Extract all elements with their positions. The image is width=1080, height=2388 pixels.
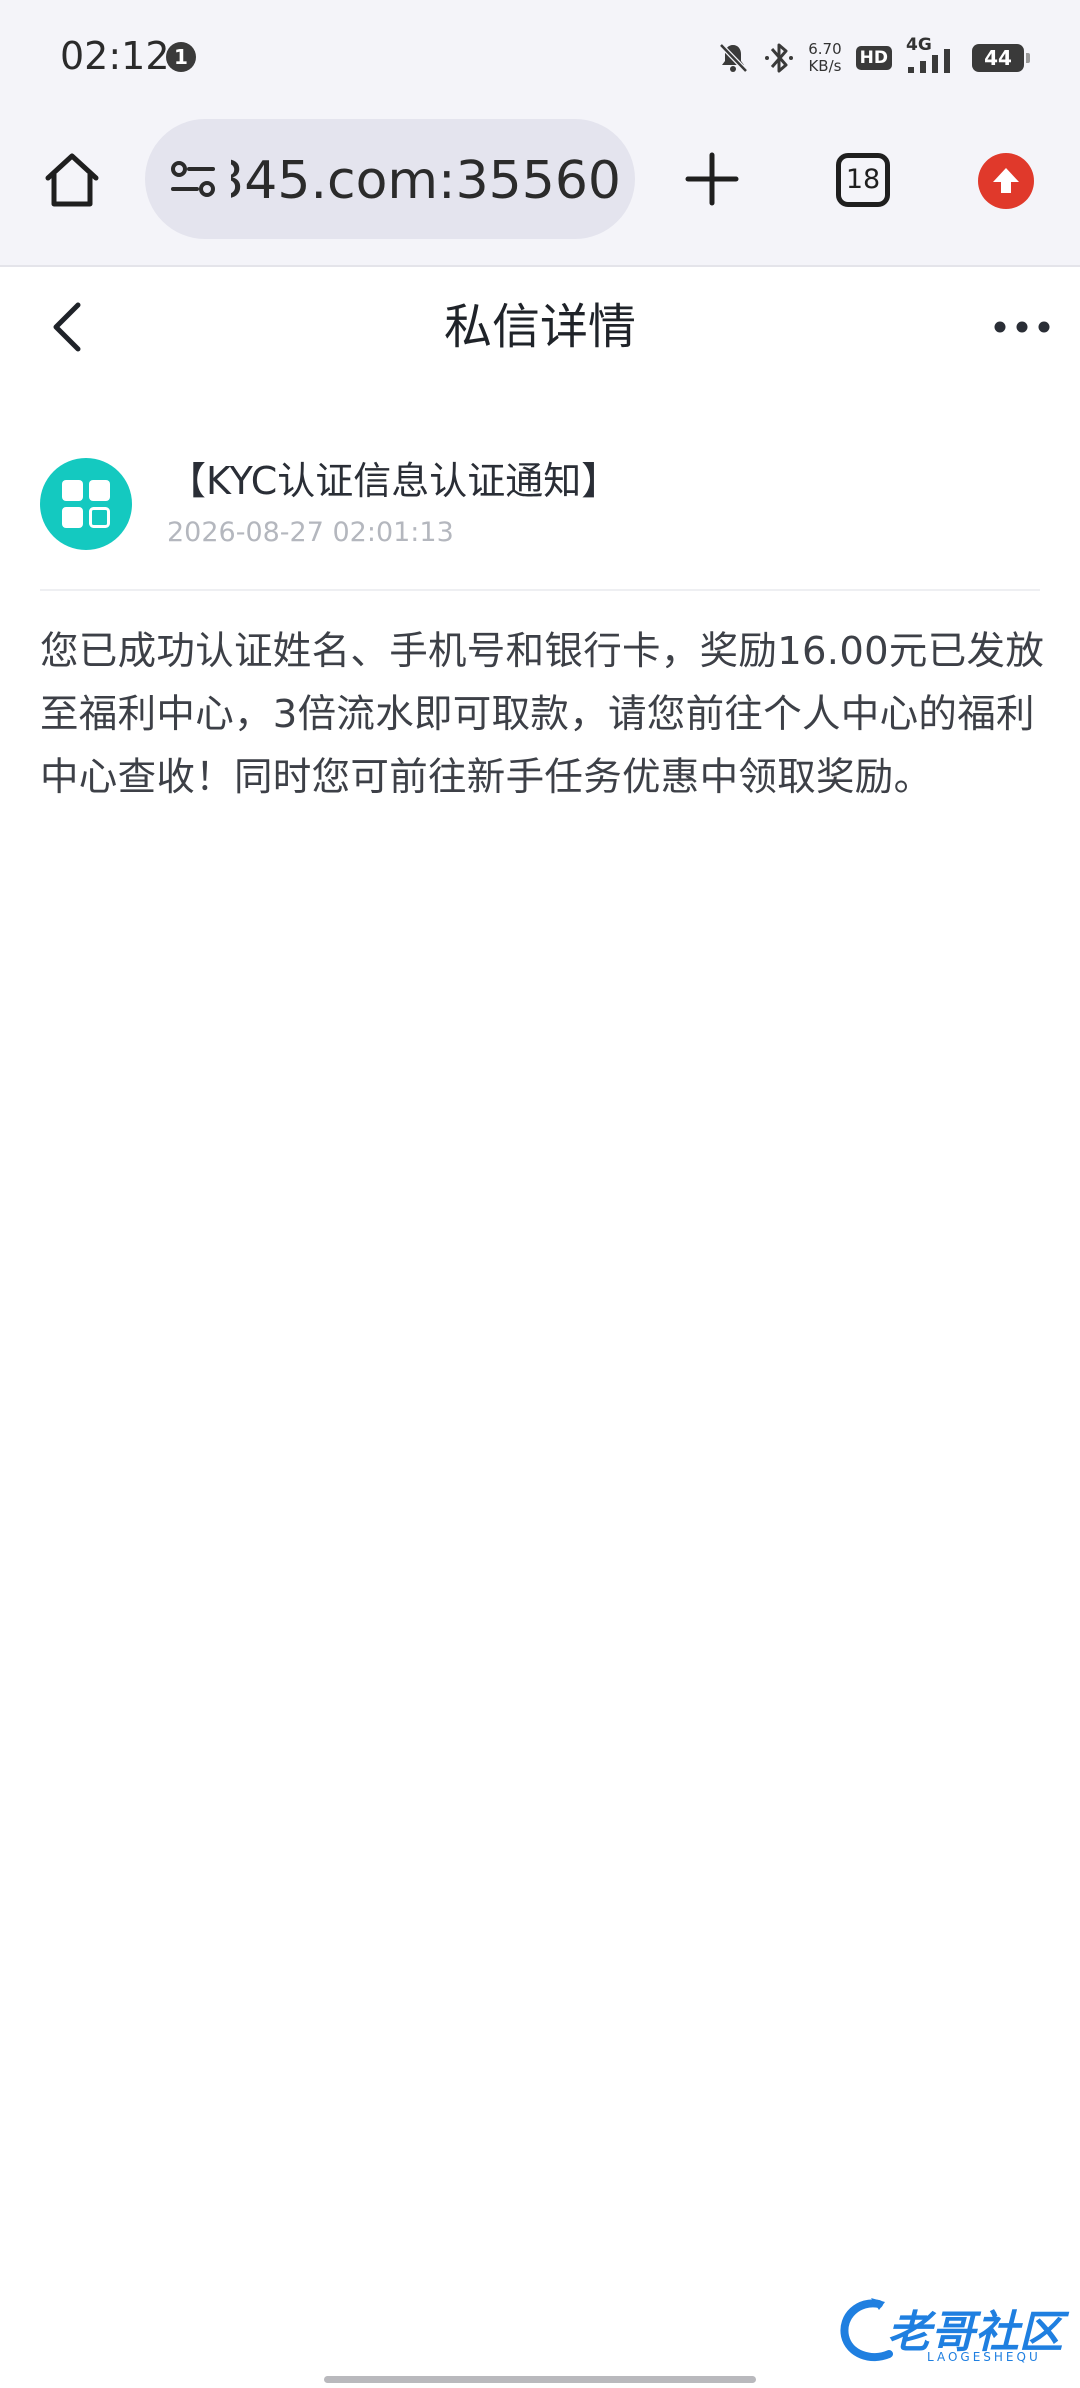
mute-bell-icon [719,43,749,73]
back-arrow-icon[interactable] [44,297,94,357]
divider [40,589,1040,591]
avatar [40,458,132,550]
tab-count-button[interactable]: 18 [836,153,890,207]
watermark-logo: 老哥社区 LAOGESHEQU [835,2290,1065,2370]
address-bar[interactable]: 345.com:35560 [145,119,635,239]
status-icons: 6.70 KB/s HD 4G 44 [716,35,1030,80]
browser-toolbar: 345.com:35560 18 [0,115,1080,267]
status-time: 02:12 [60,34,170,78]
bluetooth-icon [765,43,794,73]
signal-group: 4G [906,35,958,77]
watermark-subtext: LAOGESHEQU [927,2350,1041,2364]
page-header: 私信详情 [0,267,1080,387]
notification-badge: 1 [166,42,196,72]
status-bar: 02:12 1 6.70 KB/s HD 4G 44 [0,0,1080,115]
page-title: 私信详情 [443,299,636,355]
message-title: 【KYC认证信息认证通知】 [168,459,620,503]
screen: 02:12 1 6.70 KB/s HD 4G 44 345.com:35560… [0,0,1080,2388]
plus-icon[interactable] [682,149,742,209]
url-text[interactable]: 345.com:35560 [231,151,621,211]
more-options-icon[interactable] [992,309,1052,345]
net-speed-value: 6.70 [808,40,842,58]
net-speed: 6.70 KB/s [808,41,841,75]
signal-icon [908,49,950,73]
net-speed-unit: KB/s [808,57,842,75]
message-body: 您已成功认证姓名、手机号和银行卡，奖励16.00元已发放至福利中心，3倍流水即可… [40,629,1045,800]
home-indicator[interactable] [324,2376,756,2383]
hd-badge: HD [855,46,892,70]
home-icon[interactable] [40,148,104,212]
arrow-up-icon [993,168,1019,193]
battery-icon: 44 [972,44,1030,72]
message-timestamp: 2026-08-27 02:01:13 [167,517,454,548]
message-header: 【KYC认证信息认证通知】 2026-08-27 02:01:13 [40,458,1040,588]
update-button[interactable] [978,153,1034,209]
apps-grid-icon [62,480,110,528]
url-value: 345.com:35560 [231,151,621,211]
site-settings-icon[interactable] [169,159,217,199]
